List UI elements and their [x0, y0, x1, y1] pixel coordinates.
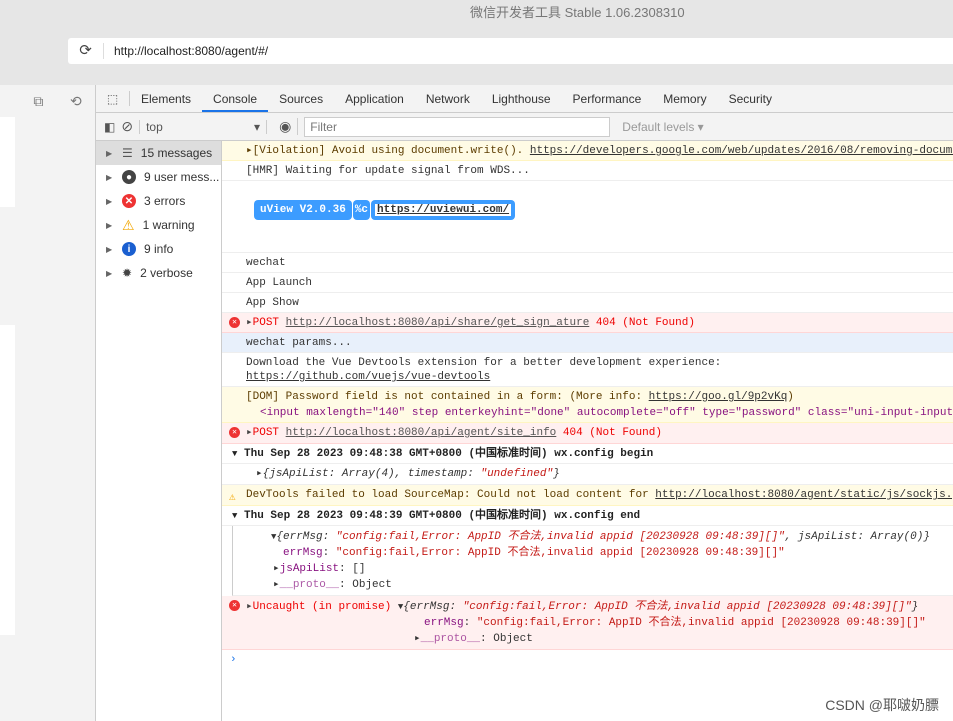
sidebar-item-info[interactable]: ▶ i 9 info	[96, 237, 221, 261]
console-warning: [DOM] Password field is not contained in…	[222, 387, 953, 423]
restore-icon[interactable]: ⧉	[33, 93, 43, 110]
link[interactable]: http://localhost:8080/agent/static/js/so…	[655, 489, 953, 501]
user-icon: ●	[122, 170, 136, 184]
watermark: CSDN @耶啵奶膘	[825, 697, 939, 713]
eye-icon[interactable]: ◉	[273, 118, 299, 135]
error-icon: ✕	[122, 194, 136, 208]
console-output: ▸[Violation] Avoid using document.write(…	[222, 141, 953, 721]
context-value: top	[146, 119, 163, 134]
sidebar-label: 15 messages	[140, 146, 213, 160]
console-message: uView V2.0.36 %c https://uviewui.com/	[222, 181, 953, 253]
error-icon: ✕	[229, 427, 240, 438]
uview-badge-c: %c	[352, 200, 371, 220]
sidebar-label: 2 verbose	[140, 266, 193, 280]
console-group[interactable]: ▼ Thu Sep 28 2023 09:48:39 GMT+0800 (中国标…	[222, 506, 953, 526]
warning-icon: ⚠	[122, 216, 135, 233]
tab-elements[interactable]: Elements	[130, 85, 202, 112]
tab-console[interactable]: Console	[202, 85, 269, 112]
sidebar-label: 9 info	[144, 242, 174, 256]
sidebar-item-errors[interactable]: ▶ ✕ 3 errors	[96, 189, 221, 213]
error-icon: ✕	[229, 600, 240, 611]
console-sidebar: ▶ ☰ 15 messages ▶ ● 9 user mess... ▶ ✕ 3 error…	[96, 141, 222, 721]
console-object[interactable]: ▸{jsApiList: Array(4), timestamp: "undef…	[222, 464, 953, 485]
clear-console-icon[interactable]: ⊘	[121, 118, 133, 135]
filter-input[interactable]: Filter	[304, 116, 611, 137]
window-titlebar: 微信开发者工具 Stable 1.06.2308310 ⟳ http://loc…	[0, 0, 953, 85]
console-warning: ⚠ DevTools failed to load SourceMap: Coul…	[222, 485, 953, 506]
console-error: ✕ ▸POST http://localhost:8080/api/share/g…	[222, 313, 953, 333]
sidebar-label: 9 user mess...	[144, 170, 220, 184]
console-toolbar: ◧ ⊘ top ▾ ◉ Filter Default levels ▾	[96, 113, 953, 141]
link[interactable]: https://goo.gl/9p2vKq	[649, 391, 788, 403]
tab-sources[interactable]: Sources	[268, 85, 334, 112]
tab-performance[interactable]: Performance	[562, 85, 653, 112]
context-select[interactable]: top ▾	[139, 119, 268, 134]
inspect-element-icon[interactable]: ⬚	[96, 91, 130, 106]
info-icon: i	[122, 242, 136, 256]
bug-icon: ✹	[122, 266, 133, 280]
tab-memory[interactable]: Memory	[652, 85, 717, 112]
devtools-tabs: ⬚ Elements Console Sources Application N…	[96, 85, 953, 113]
console-error: ✕ ▸POST http://localhost:8080/api/agent/s…	[222, 423, 953, 444]
console-group[interactable]: ▼ Thu Sep 28 2023 09:48:38 GMT+0800 (中国标…	[222, 444, 953, 464]
link[interactable]: http://localhost:8080/api/agent/site_inf…	[286, 427, 557, 439]
link[interactable]: https://uviewui.com/	[375, 204, 512, 216]
console-message: App Show	[222, 293, 953, 313]
tab-lighthouse[interactable]: Lighthouse	[481, 85, 562, 112]
chevron-down-icon: ▾	[254, 119, 261, 134]
simulator-pane: ⧉ ⟲	[0, 85, 96, 721]
sidebar-item-warnings[interactable]: ▶ ⚠ 1 warning	[96, 213, 221, 237]
console-error: ✕ ▸Uncaught (in promise) ▼{errMsg: "conf…	[222, 596, 953, 650]
window-title: 微信开发者工具 Stable 1.06.2308310	[470, 5, 685, 20]
reload-icon[interactable]: ⟳	[68, 43, 104, 59]
warning-icon: ⚠	[229, 492, 236, 504]
console-message: App Launch	[222, 273, 953, 293]
tab-application[interactable]: Application	[334, 85, 415, 112]
sidebar-item-messages[interactable]: ▶ ☰ 15 messages	[96, 141, 221, 165]
link[interactable]: https://github.com/vuejs/vue-devtools	[246, 371, 490, 383]
uview-badge: uView V2.0.36	[254, 200, 352, 220]
console-message: wechat params...	[222, 333, 953, 353]
console-message: wechat	[222, 253, 953, 273]
rotate-icon[interactable]: ⟲	[70, 93, 82, 110]
sidebar-toggle-icon[interactable]: ◧	[104, 120, 115, 134]
levels-dropdown[interactable]: Default levels ▾	[622, 120, 703, 134]
console-message: Download the Vue Devtools extension for …	[222, 353, 953, 387]
console-message: [HMR] Waiting for update signal from WDS…	[222, 161, 953, 181]
tab-security[interactable]: Security	[718, 85, 783, 112]
url-input[interactable]: http://localhost:8080/agent/#/	[104, 44, 268, 58]
list-icon: ☰	[122, 146, 133, 160]
sidebar-item-verbose[interactable]: ▶ ✹ 2 verbose	[96, 261, 221, 285]
console-object-expanded[interactable]: ▼{errMsg: "config:fail,Error: AppID 不合法,…	[232, 526, 953, 596]
console-prompt[interactable]: ›	[222, 650, 953, 670]
link[interactable]: https://developers.google.com/web/update…	[530, 145, 953, 157]
tab-network[interactable]: Network	[415, 85, 481, 112]
address-bar[interactable]: ⟳ http://localhost:8080/agent/#/	[68, 38, 953, 64]
console-message: ▸[Violation] Avoid using document.write(…	[222, 141, 953, 161]
sidebar-label: 1 warning	[142, 218, 195, 232]
sidebar-label: 3 errors	[144, 194, 186, 208]
error-icon: ✕	[229, 317, 240, 328]
link[interactable]: http://localhost:8080/api/share/get_sign…	[286, 317, 590, 329]
sidebar-item-user-messages[interactable]: ▶ ● 9 user mess...	[96, 165, 221, 189]
